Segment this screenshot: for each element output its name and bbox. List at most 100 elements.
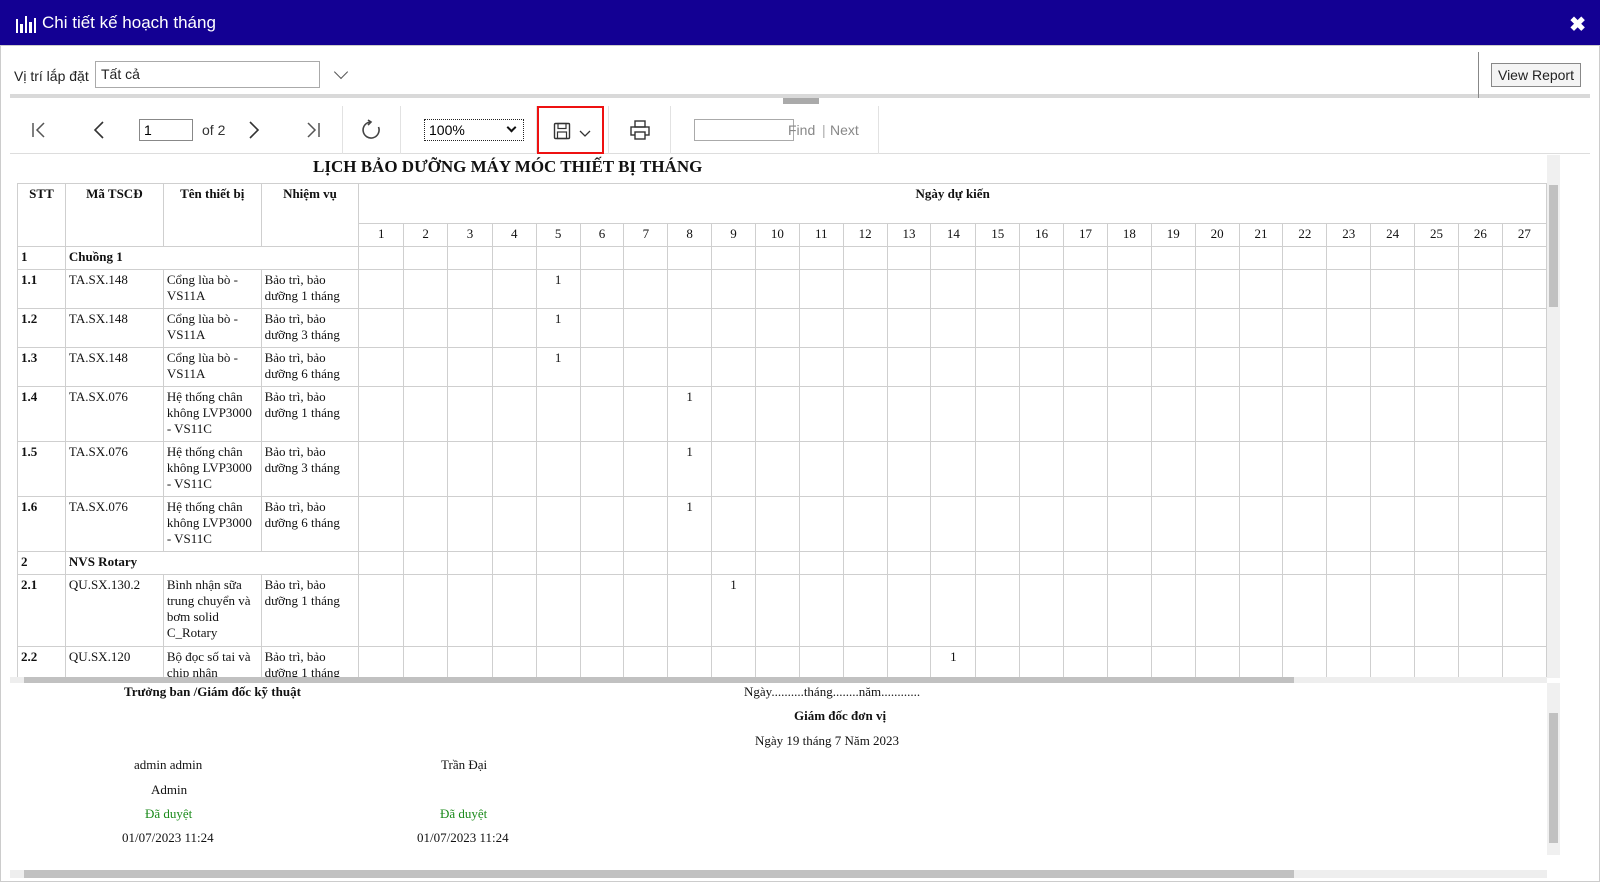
- last-page-button[interactable]: [298, 106, 328, 154]
- group-row: 1 Chuồng 1: [17, 246, 1547, 270]
- day-cell: [1326, 386, 1372, 442]
- day-header: 26: [1457, 223, 1503, 247]
- row-stt: 1.6: [17, 496, 66, 552]
- table-row: 1.1 TA.SX.148 Cổng lùa bò - VS11A Bảo trì, …: [17, 269, 1547, 309]
- day-cell: [447, 496, 493, 552]
- export-save-button[interactable]: [537, 106, 604, 154]
- day-cell: [1063, 574, 1108, 647]
- day-cell: [1501, 551, 1547, 575]
- day-cell: [1019, 496, 1065, 552]
- day-cell: [1019, 347, 1065, 387]
- next-page-button[interactable]: [239, 106, 269, 154]
- day-cell: [842, 646, 888, 679]
- day-cell: [447, 441, 493, 497]
- day-cell: [711, 551, 756, 575]
- day-cell: [1194, 386, 1240, 442]
- day-cell: [930, 551, 977, 575]
- day-cell: [1501, 646, 1547, 679]
- close-icon[interactable]: ✖: [1569, 12, 1586, 37]
- day-cell: [754, 496, 800, 552]
- day-cell: [1019, 646, 1065, 679]
- next-link[interactable]: Next: [830, 122, 859, 138]
- header-days: Ngày dự kiến: [358, 183, 1547, 224]
- refresh-button[interactable]: [356, 106, 386, 154]
- scrollbar-thumb[interactable]: [24, 870, 1294, 878]
- day-cell: [1194, 246, 1240, 270]
- zoom-select[interactable]: 100%: [424, 119, 524, 141]
- first-page-button[interactable]: [24, 106, 54, 154]
- location-select[interactable]: Tất cả: [95, 61, 320, 88]
- day-cell: [1414, 269, 1459, 309]
- day-cell: [711, 269, 756, 309]
- day-cell: [842, 496, 888, 552]
- day-cell: [1106, 646, 1152, 679]
- divider: [342, 106, 343, 154]
- previous-page-button[interactable]: [84, 106, 114, 154]
- day-cell: [711, 386, 756, 442]
- row-stt: 2.1: [17, 574, 66, 647]
- equipment-name: Hệ thống chân không LVP3000 - VS11C: [162, 441, 262, 497]
- day-header: 25: [1414, 223, 1459, 247]
- row-stt: 2: [17, 551, 66, 575]
- view-report-button[interactable]: View Report: [1491, 63, 1581, 87]
- day-cell: [1150, 308, 1196, 348]
- asset-code: TA.SX.076: [64, 496, 164, 552]
- day-cell: [667, 269, 713, 309]
- equipment-name: Hệ thống chân không LVP3000 - VS11C: [162, 386, 262, 442]
- day-cell: [886, 551, 932, 575]
- day-cell: 1: [930, 646, 977, 679]
- print-button[interactable]: [620, 106, 660, 154]
- find-link[interactable]: Find: [788, 122, 815, 138]
- day-cell: [1414, 646, 1459, 679]
- day-cell: [1194, 441, 1240, 497]
- scrollbar-thumb[interactable]: [1549, 713, 1558, 843]
- find-input[interactable]: [694, 119, 794, 141]
- day-header: 14: [930, 223, 977, 247]
- table-row: 2.1 QU.SX.130.2 Bình nhận sữa trung chuyển…: [17, 574, 1547, 647]
- left-signature-title: Trưởng ban /Giám đốc kỹ thuật: [124, 684, 301, 699]
- day-cell: [1501, 269, 1547, 309]
- page-vertical-scrollbar[interactable]: [1547, 683, 1560, 855]
- day-cell: [1150, 246, 1196, 270]
- day-cell: [1414, 386, 1459, 442]
- report-vertical-scrollbar[interactable]: [1547, 155, 1560, 678]
- day-cell: [667, 551, 713, 575]
- day-cell: [1194, 574, 1240, 647]
- day-header: 18: [1106, 223, 1152, 247]
- day-cell: [886, 269, 932, 309]
- day-cell: [1019, 308, 1065, 348]
- splitter-handle[interactable]: [783, 98, 819, 104]
- day-cell: [1282, 386, 1328, 442]
- equipment-name: Bộ đọc số tai và chip nhận: [162, 646, 262, 679]
- group-row: 2 NVS Rotary: [17, 551, 1547, 575]
- day-cell: [711, 246, 756, 270]
- day-header: 24: [1370, 223, 1416, 247]
- page-number-input[interactable]: [139, 119, 193, 141]
- day-cell: [1063, 551, 1108, 575]
- day-cell: [1326, 574, 1372, 647]
- day-cell: [1370, 551, 1416, 575]
- day-cell: [1238, 551, 1284, 575]
- day-cell: [1019, 386, 1065, 442]
- day-cell: 1: [535, 347, 581, 387]
- day-cell: [798, 246, 844, 270]
- signer1-status: Đã duyệt: [145, 806, 193, 821]
- scrollbar-thumb[interactable]: [1549, 185, 1558, 307]
- day-cell: [1457, 269, 1503, 309]
- day-cell: [975, 574, 1021, 647]
- save-icon: [553, 122, 571, 140]
- day-header: 5: [535, 223, 581, 247]
- day-cell: [842, 551, 888, 575]
- day-header: 1: [358, 223, 405, 247]
- day-cell: [1194, 347, 1240, 387]
- report-toolbar: of 2 100% Find | Next: [10, 106, 1590, 154]
- day-cell: [1106, 574, 1152, 647]
- page-horizontal-scrollbar[interactable]: [10, 870, 1547, 878]
- chevron-down-icon[interactable]: [333, 64, 349, 80]
- signed-date: Ngày 19 tháng 7 Năm 2023: [755, 733, 900, 748]
- printer-icon: [630, 120, 650, 140]
- day-cell: [1238, 441, 1284, 497]
- day-cell: [1238, 269, 1284, 309]
- day-cell: [1501, 496, 1547, 552]
- day-cell: [1501, 386, 1547, 442]
